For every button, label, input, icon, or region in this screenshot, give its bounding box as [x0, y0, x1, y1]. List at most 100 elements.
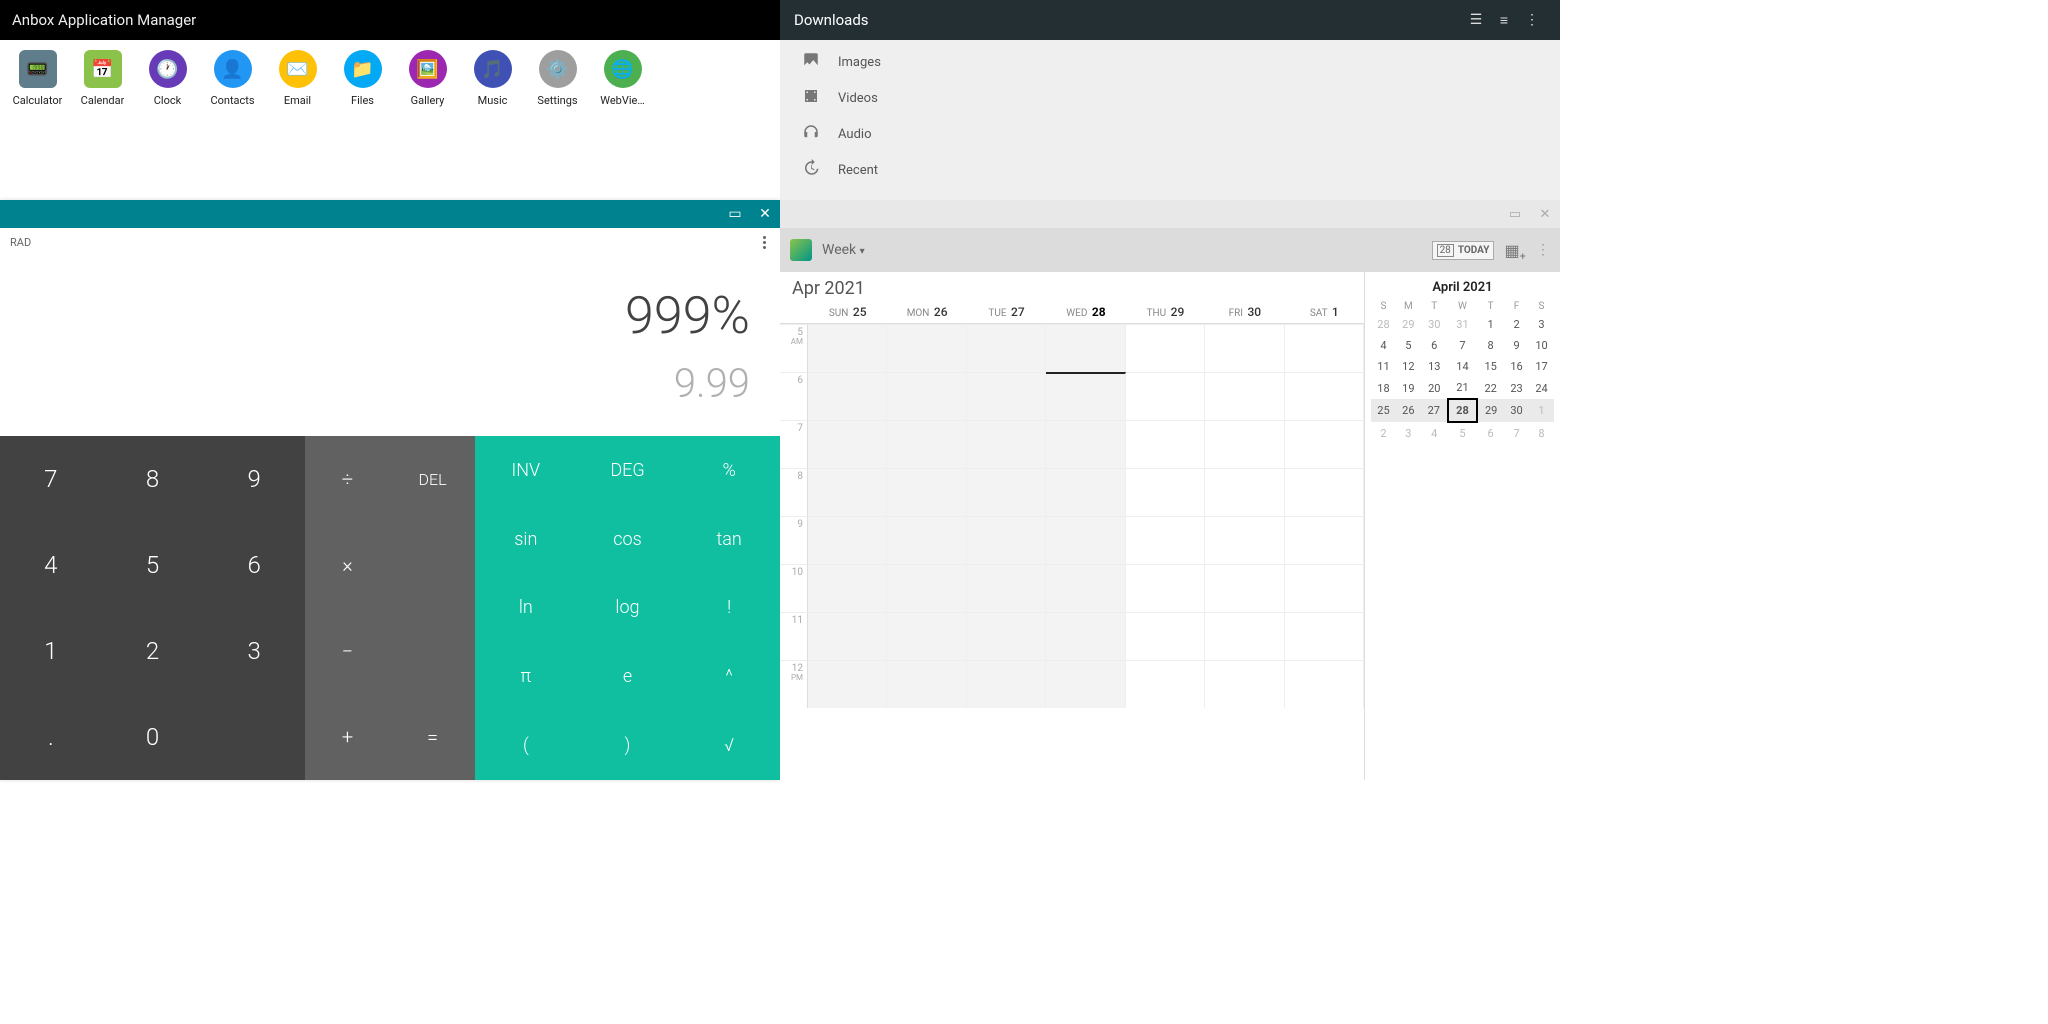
key-8[interactable]: 8	[102, 436, 204, 522]
app-music[interactable]: 🎵 Music	[460, 50, 525, 200]
view-list-icon[interactable]: ☰	[1462, 12, 1490, 28]
day-header-fri[interactable]: FRI 30	[1205, 303, 1284, 323]
key-INV[interactable]: INV	[475, 436, 577, 505]
mini-day[interactable]: 1	[1477, 314, 1504, 335]
time-slot[interactable]	[1046, 612, 1125, 660]
time-slot[interactable]	[1126, 420, 1205, 468]
time-slot[interactable]	[967, 612, 1046, 660]
key-divide[interactable]: ÷	[305, 436, 390, 522]
time-slot[interactable]	[808, 516, 887, 564]
time-slot[interactable]	[887, 420, 966, 468]
day-header-mon[interactable]: MON 26	[887, 303, 966, 323]
time-slot[interactable]	[887, 516, 966, 564]
key-sin[interactable]: sin	[475, 505, 577, 574]
time-slot[interactable]	[1205, 564, 1284, 612]
mini-day[interactable]: 17	[1529, 356, 1554, 377]
mini-day[interactable]: 16	[1504, 356, 1529, 377]
time-slot[interactable]	[1126, 324, 1205, 372]
time-slot[interactable]	[1205, 420, 1284, 468]
time-slot[interactable]	[967, 324, 1046, 372]
mini-day[interactable]: 19	[1396, 377, 1421, 399]
time-slot[interactable]	[808, 324, 887, 372]
mini-day[interactable]: 28	[1448, 399, 1477, 422]
new-event-icon[interactable]: ▦₊	[1504, 241, 1526, 260]
time-slot[interactable]	[1126, 564, 1205, 612]
key-5[interactable]: 5	[102, 522, 204, 608]
time-slot[interactable]	[1046, 660, 1125, 708]
day-header-tue[interactable]: TUE 27	[967, 303, 1046, 323]
mini-day[interactable]: 3	[1529, 314, 1554, 335]
time-slot[interactable]	[1126, 660, 1205, 708]
time-slot[interactable]	[1285, 564, 1364, 612]
app-calculator[interactable]: 📟 Calculator	[5, 50, 70, 200]
time-slot[interactable]	[887, 660, 966, 708]
nav-audio[interactable]: Audio	[780, 116, 1560, 152]
mini-day[interactable]: 6	[1477, 422, 1504, 444]
time-slot[interactable]	[1205, 372, 1284, 420]
mini-day[interactable]: 5	[1448, 422, 1477, 444]
time-slot[interactable]	[967, 564, 1046, 612]
mini-day[interactable]: 15	[1477, 356, 1504, 377]
mini-day[interactable]: 4	[1371, 335, 1396, 356]
app-contacts[interactable]: 👤 Contacts	[200, 50, 265, 200]
app-settings[interactable]: ⚙️ Settings	[525, 50, 590, 200]
key-9[interactable]: 9	[203, 436, 305, 522]
time-slot[interactable]	[887, 468, 966, 516]
mini-day[interactable]: 4	[1421, 422, 1448, 444]
time-slot[interactable]	[1046, 420, 1125, 468]
time-slot[interactable]	[1205, 660, 1284, 708]
mini-day[interactable]: 6	[1421, 335, 1448, 356]
mini-day[interactable]: 7	[1504, 422, 1529, 444]
app-email[interactable]: ✉️ Email	[265, 50, 330, 200]
mini-day[interactable]: 11	[1371, 356, 1396, 377]
time-slot[interactable]	[887, 564, 966, 612]
day-header-wed[interactable]: WED 28	[1046, 303, 1125, 323]
key-subtract[interactable]: −	[305, 608, 390, 694]
more-icon[interactable]: ⋮	[1536, 242, 1550, 258]
key-1[interactable]: 1	[0, 608, 102, 694]
mini-day[interactable]: 18	[1371, 377, 1396, 399]
day-header-sat[interactable]: SAT 1	[1285, 303, 1364, 323]
app-files[interactable]: 📁 Files	[330, 50, 395, 200]
mini-day[interactable]: 29	[1396, 314, 1421, 335]
key-ln[interactable]: ln	[475, 574, 577, 643]
mini-day[interactable]: 7	[1448, 335, 1477, 356]
key-![interactable]: !	[678, 574, 780, 643]
mini-day[interactable]: 8	[1529, 422, 1554, 444]
mini-day[interactable]: 30	[1504, 399, 1529, 422]
app-calendar[interactable]: 📅 Calendar	[70, 50, 135, 200]
nav-videos[interactable]: Videos	[780, 80, 1560, 116]
time-slot[interactable]	[1126, 372, 1205, 420]
mini-day[interactable]: 2	[1504, 314, 1529, 335]
time-slot[interactable]	[1205, 324, 1284, 372]
mini-day[interactable]: 23	[1504, 377, 1529, 399]
restore-icon[interactable]: ▭	[720, 206, 750, 222]
restore-icon[interactable]: ▭	[1500, 207, 1530, 222]
time-slot[interactable]	[808, 660, 887, 708]
time-slot[interactable]	[967, 372, 1046, 420]
key-√[interactable]: √	[678, 711, 780, 780]
time-slot[interactable]	[1046, 372, 1125, 420]
time-slot[interactable]	[1285, 516, 1364, 564]
mini-day[interactable]: 20	[1421, 377, 1448, 399]
time-slot[interactable]	[1205, 516, 1284, 564]
mini-day[interactable]: 27	[1421, 399, 1448, 422]
time-slot[interactable]	[808, 372, 887, 420]
mini-day[interactable]: 13	[1421, 356, 1448, 377]
time-slot[interactable]	[887, 372, 966, 420]
sort-icon[interactable]: ≡	[1490, 12, 1518, 29]
time-slot[interactable]	[1205, 612, 1284, 660]
day-header-sun[interactable]: SUN 25	[808, 303, 887, 323]
app-clock[interactable]: 🕐 Clock	[135, 50, 200, 200]
time-slot[interactable]	[808, 468, 887, 516]
time-slot[interactable]	[1285, 324, 1364, 372]
key-multiply[interactable]: ×	[305, 522, 390, 608]
time-slot[interactable]	[808, 564, 887, 612]
day-header-thu[interactable]: THU 29	[1126, 303, 1205, 323]
close-icon[interactable]: ✕	[750, 206, 780, 222]
nav-images[interactable]: Images	[780, 44, 1560, 80]
mini-day[interactable]: 26	[1396, 399, 1421, 422]
time-slot[interactable]	[1046, 468, 1125, 516]
time-slot[interactable]	[1046, 324, 1125, 372]
mini-day[interactable]: 10	[1529, 335, 1554, 356]
